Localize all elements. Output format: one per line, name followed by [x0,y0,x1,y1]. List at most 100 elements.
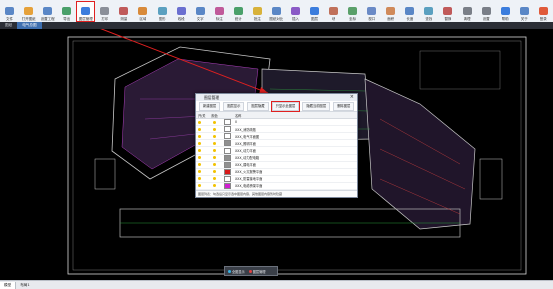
freeze-icon[interactable] [213,156,216,160]
layer-row[interactable]: XXX_照明平面 [196,140,357,148]
ribbon-button-20[interactable]: 面积 [381,1,400,22]
layer-color-swatch[interactable] [224,168,231,175]
ribbon-button-15[interactable]: 插入 [286,1,305,22]
freeze-icon[interactable] [213,134,216,138]
layer-row[interactable]: XXX_电缆桥架平面 [196,182,357,191]
layer-row[interactable]: 0 [196,119,357,127]
bulb-icon[interactable] [198,177,201,181]
col-on-off: 开/关 [198,113,206,118]
bulb-icon[interactable] [198,184,201,188]
ribbon-button-10[interactable]: 文字 [191,1,210,22]
layer-color-swatch[interactable] [224,140,231,147]
show-layer-button[interactable]: 图层显示 [223,101,245,111]
tab-layout1[interactable]: 布局1 [16,282,33,289]
dialog-toolbar: 新建图层 图层显示 图层隐藏 只显示此图层 隐藏当前图层 删除图层 [196,100,357,112]
layer-name: XXX_电缆桥架平面 [235,184,263,189]
ribbon-button-2[interactable]: 设置工程 [38,1,57,22]
ribbon-button-12[interactable]: 统计 [229,1,248,22]
freeze-icon[interactable] [213,184,216,188]
ribbon-button-3[interactable]: 导出 [57,1,76,22]
hide-layer-button[interactable]: 图层隐藏 [247,101,269,111]
layer-manager-float-button[interactable]: 图层管理 [248,269,266,274]
ribbon-button-1[interactable]: 打开图纸 [19,1,38,22]
layer-row[interactable]: XXX_动力平面 [196,147,357,155]
layer-name: XXX_火灾报警平面 [235,170,263,175]
bulb-icon[interactable] [198,141,201,145]
layer-row[interactable]: XXX_动力配电箱 [196,154,357,162]
file-icon [5,7,15,15]
print-icon [100,7,110,15]
ribbon-button-22[interactable]: 查找 [419,1,438,22]
ribbon-button-28[interactable]: 登录 [534,1,553,22]
delete-layer-button[interactable]: 删除图层 [333,101,355,111]
area-icon [138,7,148,15]
show-only-this-layer-button[interactable]: 只显示此图层 [270,100,301,112]
freeze-icon[interactable] [213,170,216,174]
layer-row[interactable]: XXX_电气平面图 [196,133,357,141]
ribbon-button-13[interactable]: 批注 [248,1,267,22]
bulb-icon[interactable] [198,127,201,131]
layer-row[interactable]: XXX_弱电平面 [196,161,357,169]
close-icon[interactable]: × [350,94,354,101]
stair-block [94,158,116,190]
replace-icon [443,7,453,15]
freeze-icon[interactable] [213,177,216,181]
ribbon-button-21[interactable]: 长度 [400,1,419,22]
ribbon-button-16[interactable]: 图层 [305,1,324,22]
layer-color-swatch[interactable] [224,161,231,168]
ribbon-button-26[interactable]: 帮助 [496,1,515,22]
bulb-icon[interactable] [198,163,201,167]
layer-row[interactable]: XXX_防雷接地平面 [196,175,357,183]
layer-color-swatch[interactable] [224,154,231,161]
bulb-icon[interactable] [198,134,201,138]
bulb-icon[interactable] [198,149,201,153]
layer-color-swatch[interactable] [224,126,231,133]
ribbon-button-7[interactable]: 区域 [133,1,152,22]
ribbon-button-8[interactable]: 图形 [153,1,172,22]
fit-view-button[interactable]: 全图显示 [228,269,245,274]
ribbon-button-27[interactable]: 关于 [515,1,534,22]
layer-color-swatch[interactable] [224,175,231,182]
layer-name: XXX_照明平面 [235,141,256,146]
document-tabs: 图纸 电气总图 [0,22,553,29]
ribbon-button-25[interactable]: 设置 [477,1,496,22]
layer-name: XXX_动力平面 [235,149,256,154]
layer-color-swatch[interactable] [224,182,231,189]
ribbon-button-6[interactable]: 测量 [114,1,133,22]
new-layer-button[interactable]: 新建图层 [199,101,221,111]
ribbon-button-17[interactable]: 块 [324,1,343,22]
ribbon-button-24[interactable]: 清理 [458,1,477,22]
ribbon-button-18[interactable]: 坐标 [343,1,362,22]
ribbon-toolbar: 文件 打开图纸 设置工程 导出 图层管理 打印 测量 区域 图形 线段 文字 标注 统计 批注 图纸对比 插入… [0,0,553,23]
tab-model[interactable]: 模型 [0,281,17,289]
ribbon-button-23[interactable]: 替换 [438,1,457,22]
bulb-icon[interactable] [198,156,201,160]
bulb-icon[interactable] [198,170,201,174]
layer-name: XXX_消防疏散 [235,127,256,132]
ribbon-button-5[interactable]: 打印 [95,1,114,22]
tab-drawing[interactable]: 图纸 [0,22,17,29]
ribbon-button-4[interactable]: 图层管理 [76,1,96,22]
freeze-icon[interactable] [213,141,216,145]
freeze-icon[interactable] [213,163,216,167]
layer-color-swatch[interactable] [224,119,231,126]
floating-toolbar: 全图显示 图层管理 [224,266,278,276]
ribbon-button-11[interactable]: 标注 [210,1,229,22]
layer-name: XXX_动力配电箱 [235,156,260,161]
layer-color-swatch[interactable] [224,133,231,140]
annotation-icon [214,7,224,15]
ribbon-button-9[interactable]: 线段 [172,1,191,22]
layer-row[interactable]: XXX_消防疏散 [196,126,357,134]
tab-electrical-plan[interactable]: 电气总图 [17,22,42,29]
freeze-icon[interactable] [213,120,216,124]
freeze-icon[interactable] [213,149,216,153]
layer-list: 0 XXX_消防疏散 XXX_电气平面图 XXX_照明平面 XXX_动力平面 XXX_动力… [196,119,357,191]
layer-color-swatch[interactable] [224,147,231,154]
ribbon-button-14[interactable]: 图纸对比 [267,1,286,22]
bulb-icon[interactable] [198,120,201,124]
hide-current-layer-button[interactable]: 隐藏当前图层 [302,101,331,111]
ribbon-button-0[interactable]: 文件 [0,1,19,22]
freeze-icon[interactable] [213,127,216,131]
ribbon-button-19[interactable]: 视口 [362,1,381,22]
layer-row[interactable]: XXX_火灾报警平面 [196,168,357,176]
